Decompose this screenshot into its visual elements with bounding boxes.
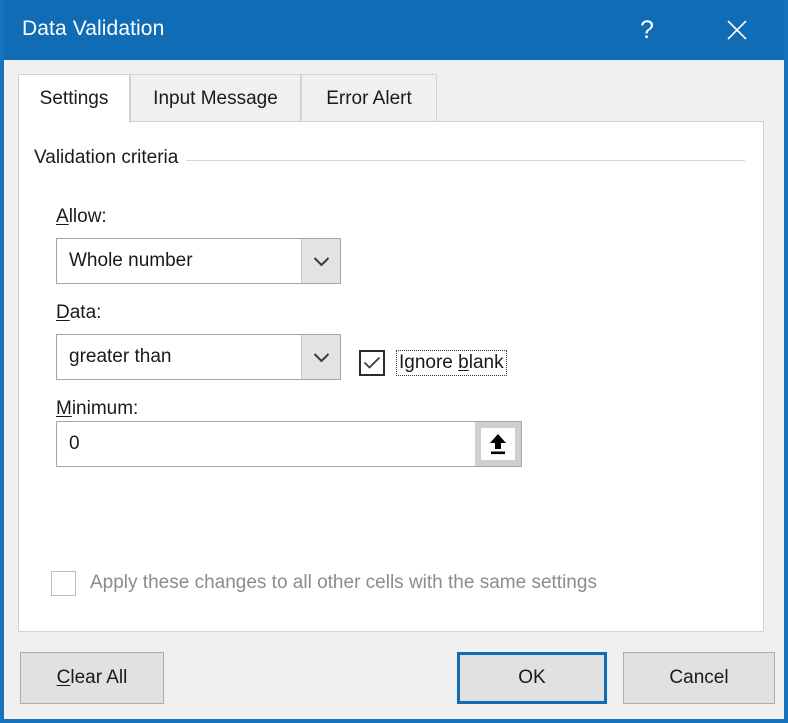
validation-criteria-title: Validation criteria — [34, 147, 187, 169]
allow-selected-value: Whole number — [69, 250, 193, 271]
chevron-down-icon[interactable] — [301, 239, 340, 283]
data-selected-value: greater than — [69, 346, 172, 367]
ignore-blank-checkbox-box[interactable] — [359, 350, 385, 376]
data-combobox[interactable]: greater than — [56, 334, 341, 380]
check-icon — [363, 356, 381, 369]
collapse-dialog-button[interactable] — [475, 422, 521, 466]
title-bar: Data Validation ? — [4, 0, 784, 60]
data-label: Data: — [56, 302, 102, 323]
tab-settings[interactable]: Settings — [18, 74, 130, 123]
ok-button-label: OK — [518, 667, 546, 688]
apply-all-label: Apply these changes to all other cells w… — [90, 572, 597, 593]
cancel-button-label: Cancel — [669, 667, 729, 688]
chevron-down-icon[interactable] — [301, 335, 340, 379]
allow-combobox[interactable]: Whole number — [56, 238, 341, 284]
tab-input-message[interactable]: Input Message — [130, 74, 301, 122]
tab-settings-label: Settings — [39, 88, 109, 109]
minimum-label: Minimum: — [56, 398, 139, 419]
ignore-blank-checkbox[interactable]: Ignore blank — [359, 350, 507, 376]
collapse-dialog-arrow-icon — [490, 434, 506, 455]
tab-error-alert[interactable]: Error Alert — [301, 74, 437, 122]
help-icon[interactable]: ? — [618, 0, 676, 60]
allow-label: Allow: — [56, 206, 107, 227]
settings-tab-panel: Validation criteria Allow: Whole number … — [18, 121, 764, 632]
minimum-input-value: 0 — [69, 433, 80, 454]
data-validation-dialog: Data Validation ? Settings Input Message… — [0, 0, 788, 723]
tab-strip: Settings Input Message Error Alert — [18, 74, 764, 123]
clear-all-button[interactable]: Clear All — [20, 652, 164, 704]
tab-input-message-label: Input Message — [153, 87, 278, 109]
close-icon[interactable] — [708, 0, 766, 60]
cancel-button[interactable]: Cancel — [623, 652, 775, 704]
apply-all-checkbox-box — [51, 570, 76, 596]
minimum-input[interactable]: 0 — [56, 421, 522, 467]
tab-error-alert-label: Error Alert — [326, 87, 412, 109]
dialog-title: Data Validation — [22, 17, 165, 40]
ok-button[interactable]: OK — [457, 652, 607, 704]
apply-all-checkbox: Apply these changes to all other cells w… — [51, 570, 600, 596]
ignore-blank-label: Ignore blank — [396, 350, 507, 376]
